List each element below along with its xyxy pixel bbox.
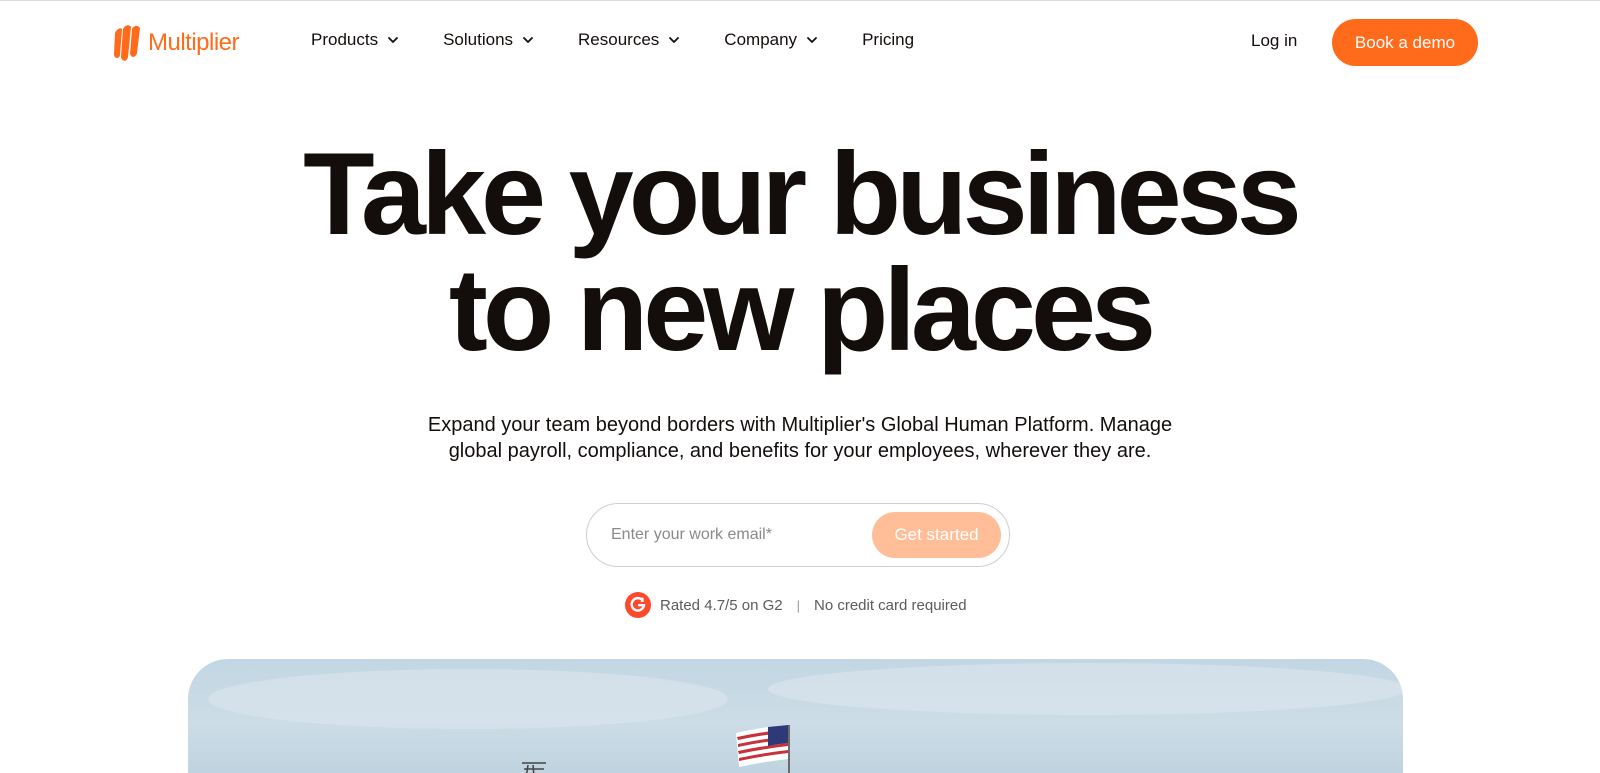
no-credit-card-note: No credit card required — [813, 596, 967, 614]
hero-headline: Take your business to new places — [0, 135, 1600, 368]
subhead-line-1: Expand your team beyond borders with Mul… — [427, 414, 1173, 436]
chevron-down-icon — [807, 37, 817, 43]
page: Multiplier Products Solutions Resources … — [0, 0, 1600, 773]
menu-item-resources[interactable]: Resources — [578, 30, 680, 50]
subhead-line-2: global payroll, compliance, and benefits… — [448, 440, 1152, 462]
hero-subheading: Expand your team beyond borders with Mul… — [360, 412, 1240, 464]
menu-item-label: Resources — [578, 30, 660, 49]
menu-item-products[interactable]: Products — [311, 30, 399, 50]
antenna-structure — [522, 762, 546, 773]
menu-item-label: Pricing — [862, 30, 915, 49]
chevron-down-icon — [388, 37, 398, 43]
brand-name: Multiplier — [148, 29, 240, 56]
multiplier-logo-icon — [114, 25, 140, 61]
headline-line-1: Take your business — [303, 128, 1302, 259]
login-link[interactable]: Log in — [1251, 31, 1297, 51]
work-email-input[interactable] — [611, 516, 851, 554]
flag-scene-illustration — [208, 663, 1403, 773]
top-navigation: Multiplier Products Solutions Resources … — [0, 0, 1600, 86]
menu-item-company[interactable]: Company — [724, 30, 818, 50]
g2-icon: 2 — [625, 592, 651, 618]
menu-item-label: Products — [311, 30, 379, 49]
american-flag-icon — [736, 725, 788, 767]
multiplier-logo[interactable]: Multiplier — [112, 21, 240, 65]
rating-separator: | — [796, 597, 800, 613]
main-menu: Products Solutions Resources Company Pri… — [311, 30, 958, 50]
rating-text: Rated 4.7/5 on G2 — [660, 596, 783, 614]
book-demo-button[interactable]: Book a demo — [1332, 19, 1478, 66]
hero-photo — [188, 659, 1403, 773]
rating-row: 2 Rated 4.7/5 on G2 | No credit card req… — [625, 592, 967, 618]
get-started-button[interactable]: Get started — [872, 512, 1001, 558]
email-signup-form: Get started — [586, 503, 1010, 567]
menu-item-pricing[interactable]: Pricing — [862, 30, 914, 50]
chevron-down-icon — [669, 37, 680, 43]
menu-item-label: Solutions — [443, 30, 514, 49]
chevron-down-icon — [523, 37, 533, 43]
menu-item-label: Company — [724, 30, 798, 49]
menu-item-solutions[interactable]: Solutions — [443, 30, 534, 50]
headline-line-2: to new places — [448, 244, 1156, 375]
